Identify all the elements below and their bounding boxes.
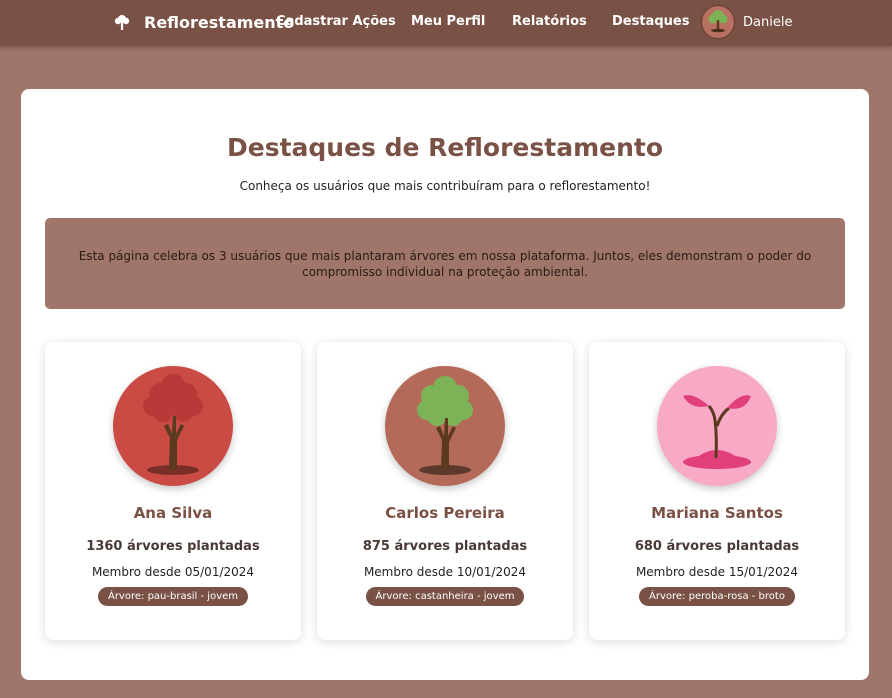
highlights-panel: Destaques de Reflorestamento Conheça os … [21,89,869,680]
nav-link-cadastrar-acoes[interactable]: Cadastrar Ações [276,0,396,44]
navbar: Reflorestamento Cadastrar Ações Meu Perf… [0,0,892,46]
user-menu[interactable]: Daniele [701,5,792,39]
member-since: Membro desde 10/01/2024 [363,565,527,579]
info-text: Esta página celebra os 3 usuários que ma… [78,248,812,279]
nav-link-destaques[interactable]: Destaques [612,0,689,44]
green-tree-icon [385,366,505,486]
user-name: Carlos Pereira [385,504,505,522]
trees-planted: 1360 árvores plantadas [86,539,260,554]
user-name: Ana Silva [133,504,213,522]
tree-icon [112,12,132,32]
nav-link-relatorios[interactable]: Relatórios [512,0,587,44]
tree-badge: Árvore: castanheira - jovem [365,587,525,606]
brand[interactable]: Reflorestamento [112,0,294,44]
trees-planted: 680 árvores plantadas [634,539,800,554]
user-card: Mariana Santos 680 árvores plantadas Mem… [589,342,845,640]
user-name: Daniele [743,14,793,30]
page-subtitle: Conheça os usuários que mais contribuíra… [239,179,651,193]
member-since: Membro desde 05/01/2024 [91,565,255,579]
info-box: Esta página celebra os 3 usuários que ma… [45,218,845,309]
green-tree-icon [704,6,732,38]
tree-badge: Árvore: pau-brasil - jovem [97,587,249,606]
red-tree-icon [113,366,233,486]
member-since: Membro desde 15/01/2024 [635,565,799,579]
nav-link-meu-perfil[interactable]: Meu Perfil [411,0,485,44]
user-name: Mariana Santos [651,504,783,522]
user-card: Carlos Pereira 875 árvores plantadas Mem… [317,342,573,640]
tree-badge: Árvore: peroba-rosa - broto [639,587,795,606]
user-card: Ana Silva 1360 árvores plantadas Membro … [45,342,301,640]
trees-planted: 875 árvores plantadas [362,539,528,554]
brand-name: Reflorestamento [144,12,295,32]
sprout-icon [657,366,777,486]
avatar[interactable] [701,5,735,39]
page-title: Destaques de Reflorestamento [226,133,664,162]
